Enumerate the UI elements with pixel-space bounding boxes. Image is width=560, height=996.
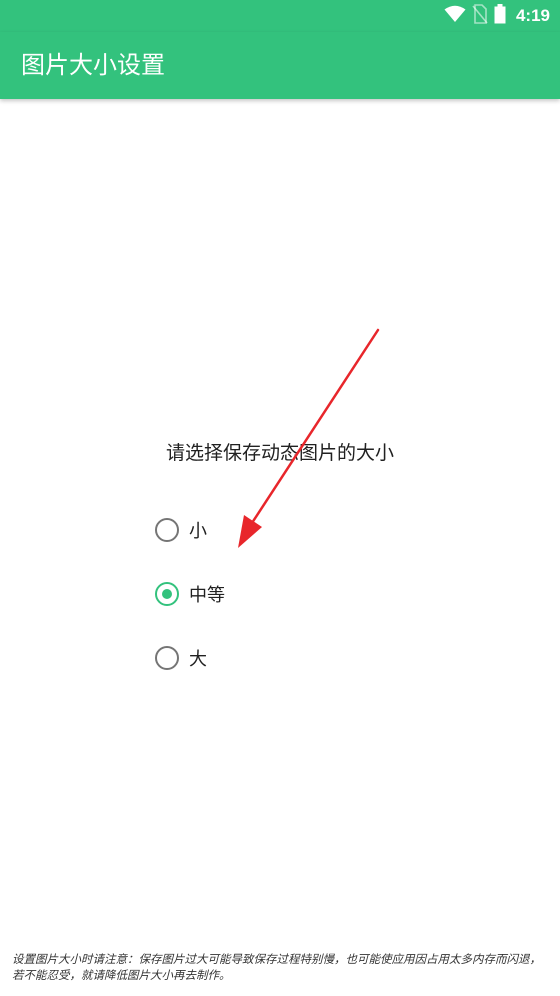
size-prompt: 请选择保存动态图片的大小: [165, 442, 394, 464]
footer-note: 设置图片大小时请注意：保存图片过大可能导致保存过程特别慢，也可能使应用因占用太多…: [12, 952, 541, 982]
radio-selected-dot: [162, 589, 172, 599]
no-sim-icon: [472, 4, 488, 28]
radio-option-medium[interactable]: 中等: [155, 562, 225, 626]
app-bar: 图片大小设置: [0, 32, 560, 99]
radio-label-medium: 中等: [189, 585, 225, 606]
size-radio-group: 小 中等 大: [155, 498, 225, 690]
radio-button-large[interactable]: [155, 646, 179, 670]
radio-button-small[interactable]: [155, 518, 179, 542]
status-time: 4:19: [515, 6, 550, 25]
content-area: 请选择保存动态图片的大小 小 中等 大 设置图片大小时请注意：保存图片过大可能导…: [0, 99, 560, 996]
status-icons: 4:19: [444, 4, 550, 28]
radio-label-large: 大: [189, 649, 207, 670]
radio-button-medium[interactable]: [155, 582, 179, 606]
status-bar: 4:19: [0, 0, 560, 32]
radio-option-large[interactable]: 大: [155, 626, 225, 690]
wifi-icon: [444, 5, 466, 27]
page-title: 图片大小设置: [21, 51, 165, 79]
radio-label-small: 小: [189, 521, 207, 542]
battery-icon: [494, 4, 506, 28]
radio-option-small[interactable]: 小: [155, 498, 225, 562]
